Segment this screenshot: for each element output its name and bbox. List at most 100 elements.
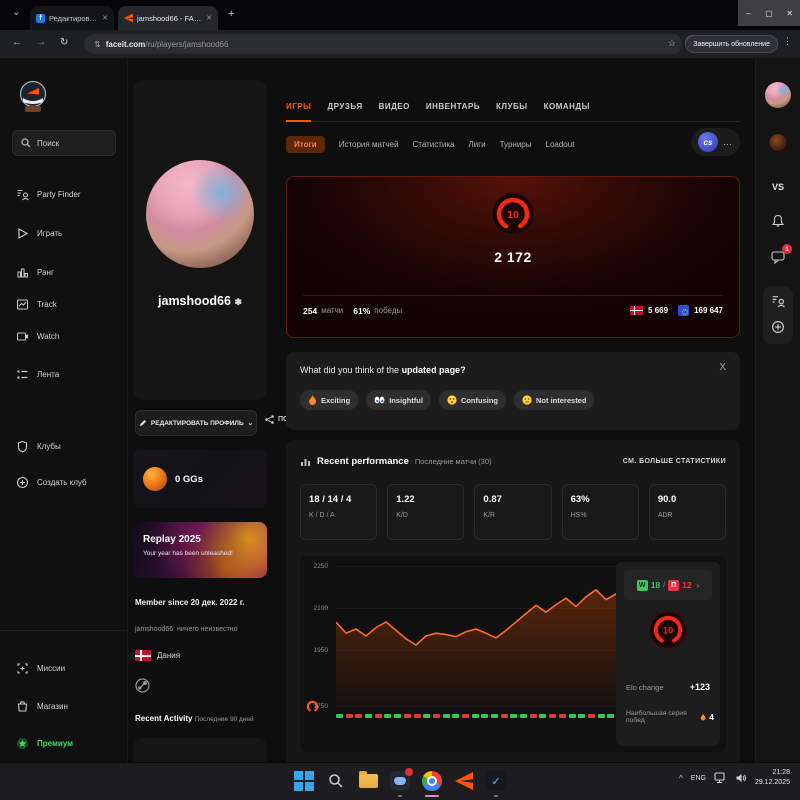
stat-value: 18 / 14 / 4 xyxy=(309,494,368,505)
tab-clubs[interactable]: КЛУБЫ xyxy=(496,96,528,121)
feedback-option-insightful[interactable]: Insightful xyxy=(366,390,431,410)
stat-value: 63% xyxy=(571,494,630,505)
tab-close-icon[interactable]: ✕ xyxy=(206,14,212,22)
option-label: Insightful xyxy=(389,396,423,405)
browser-tab-strip: ⌄ f Редактирование предложени ✕ jamshood… xyxy=(0,0,800,30)
maximize-button[interactable]: ▢ xyxy=(759,0,780,26)
match-result-win xyxy=(520,714,527,718)
browser-tab-facebook[interactable]: f Редактирование предложени ✕ xyxy=(30,6,114,30)
sidebar-item-party-finder[interactable]: Party Finder xyxy=(16,188,81,201)
sidebar-label: Создать клуб xyxy=(37,478,87,487)
address-bar[interactable]: ⇅ faceit.com/ru/players/jamshood66 xyxy=(84,34,682,54)
loss-badge: П xyxy=(668,580,679,591)
game-switcher[interactable]: cs … xyxy=(691,128,740,156)
clock[interactable]: 21:28 29.12.2025 xyxy=(755,768,790,788)
user-avatar[interactable] xyxy=(765,82,791,108)
stat-tiles: 18 / 14 / 4K / D / A 1.22K/D 0.87K/R 63%… xyxy=(300,484,726,540)
region-rank-value: 169 647 xyxy=(694,306,723,315)
chevron-right-icon[interactable]: › xyxy=(697,581,700,590)
plus-circle-icon xyxy=(771,320,785,334)
country-row: Дания xyxy=(135,650,180,661)
ggs-card[interactable]: 0 GGs xyxy=(133,450,267,508)
edit-profile-button[interactable]: РЕДАКТИРОВАТЬ ПРОФИЛЬ ⌄ xyxy=(135,410,257,436)
tab-games[interactable]: ИГРЫ xyxy=(286,96,311,121)
anticheat-app-button[interactable]: ✓ xyxy=(485,770,507,792)
feedback-option-not-interested[interactable]: Not interested xyxy=(514,390,594,410)
tray-expand-icon[interactable]: ^ xyxy=(679,774,683,783)
network-icon[interactable] xyxy=(714,772,727,784)
sidebar-item-play[interactable]: Играть xyxy=(16,227,62,240)
subtab-overview[interactable]: Итоги xyxy=(286,136,325,153)
site-info-icon[interactable]: ⇅ xyxy=(94,40,101,49)
subtab-tournaments[interactable]: Турниры xyxy=(500,140,532,149)
new-tab-button[interactable]: + xyxy=(228,8,234,20)
chat-unread-badge: 1 xyxy=(782,244,792,254)
faceit-app-button[interactable] xyxy=(453,770,475,792)
steam-link[interactable] xyxy=(135,678,150,698)
notifications-button[interactable] xyxy=(771,214,785,233)
browser-tab-faceit[interactable]: jamshood66 - FACEIT.com ✕ xyxy=(118,6,218,30)
winrate-value: 61% xyxy=(353,306,370,316)
cs2-game-icon[interactable]: cs xyxy=(698,132,718,152)
track-icon xyxy=(16,298,29,311)
match-result-win xyxy=(510,714,517,718)
tab-videos[interactable]: ВИДЕО xyxy=(379,96,410,121)
matches-label: матчи xyxy=(321,306,343,315)
browser-menu-icon[interactable]: ⋮ xyxy=(783,36,792,47)
search-input[interactable]: Поиск xyxy=(12,130,116,156)
sidebar-item-shop[interactable]: Магазин xyxy=(16,700,68,713)
replay-2025-banner[interactable]: Replay 2025 Your year has been unleashed… xyxy=(133,522,267,578)
club-avatar[interactable] xyxy=(770,134,787,151)
subtab-loadout[interactable]: Loadout xyxy=(546,140,575,149)
see-more-stats-link[interactable]: СМ. БОЛЬШЕ СТАТИСТИКИ xyxy=(623,458,726,465)
volume-icon[interactable] xyxy=(735,772,747,784)
sidebar-item-create-club[interactable]: Создать клуб xyxy=(16,476,87,489)
forward-button[interactable]: → xyxy=(36,37,46,48)
dismiss-feedback-icon[interactable]: X xyxy=(719,362,726,373)
start-button[interactable] xyxy=(293,770,315,792)
question-bold: updated page? xyxy=(402,365,466,375)
bookmark-star-icon[interactable]: ☆ xyxy=(668,38,676,49)
feedback-option-confusing[interactable]: Confusing xyxy=(439,390,506,410)
tab-inventory[interactable]: ИНВЕНТАРЬ xyxy=(426,96,480,121)
windows-icon xyxy=(294,771,314,791)
sidebar-item-track[interactable]: Track xyxy=(16,298,57,311)
sidebar-item-premium[interactable]: Премиум xyxy=(16,737,73,750)
sidebar-item-missions[interactable]: Миссии xyxy=(16,662,65,675)
minimize-button[interactable]: – xyxy=(738,0,759,26)
tab-teams[interactable]: КОМАНДЫ xyxy=(544,96,590,121)
subtab-leagues[interactable]: Лиги xyxy=(469,140,486,149)
win-loss-box[interactable]: W 18 / П 12 › xyxy=(624,570,712,600)
performance-subtitle: Последние матчи (30) xyxy=(415,457,492,466)
tab-search-icon[interactable]: ⌄ xyxy=(12,7,20,18)
add-party-button[interactable] xyxy=(771,320,785,339)
reload-button[interactable]: ↻ xyxy=(60,37,68,48)
subtab-statistics[interactable]: Статистика xyxy=(412,140,454,149)
chrome-button[interactable] xyxy=(421,770,443,792)
finish-update-button[interactable]: Завершить обновление xyxy=(685,35,778,53)
more-games-icon[interactable]: … xyxy=(723,137,733,147)
party-finder-button[interactable] xyxy=(771,294,785,313)
sidebar-item-feed[interactable]: Лента xyxy=(16,368,59,381)
feedback-option-exciting[interactable]: Exciting xyxy=(300,390,358,410)
bell-icon xyxy=(771,214,785,228)
close-window-button[interactable]: ✕ xyxy=(779,0,800,26)
vs-widget[interactable]: VS xyxy=(756,182,800,192)
language-indicator[interactable]: ENG xyxy=(691,775,706,782)
tab-close-icon[interactable]: ✕ xyxy=(102,14,108,22)
back-button[interactable]: ← xyxy=(12,37,22,48)
taskbar-search-button[interactable] xyxy=(325,770,347,792)
sidebar-item-clubs[interactable]: Клубы xyxy=(16,440,61,453)
file-explorer-button[interactable] xyxy=(357,770,379,792)
discord-button[interactable] xyxy=(389,770,411,792)
faceit-logo-icon[interactable] xyxy=(18,80,48,119)
sidebar-item-watch[interactable]: Watch xyxy=(16,330,59,343)
sidebar-item-rank[interactable]: Ранг xyxy=(16,266,54,279)
match-result-loss xyxy=(404,714,411,718)
match-result-loss xyxy=(433,714,440,718)
profile-avatar[interactable] xyxy=(146,160,254,268)
tab-friends[interactable]: ДРУЗЬЯ xyxy=(327,96,362,121)
window-controls: – ▢ ✕ xyxy=(738,0,800,26)
create-club-icon xyxy=(16,476,29,489)
subtab-match-history[interactable]: История матчей xyxy=(339,140,399,149)
